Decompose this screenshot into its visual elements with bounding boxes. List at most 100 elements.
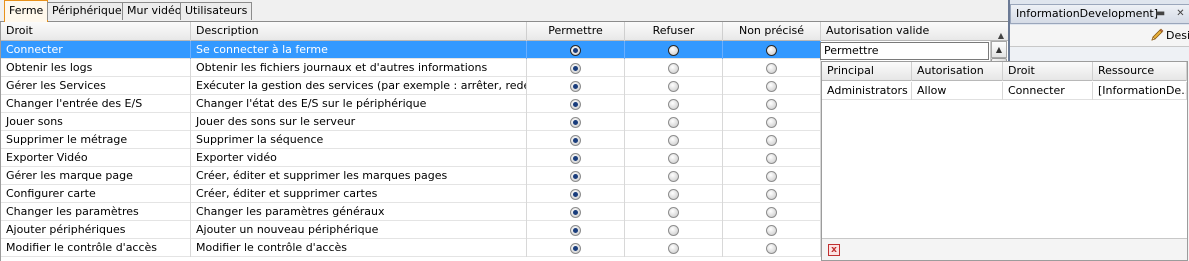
column-header-autorisation[interactable]: Autorisation bbox=[912, 62, 1003, 81]
details-droit: Connecter bbox=[1003, 82, 1093, 100]
table-row[interactable]: Ajouter périphériques Ajouter un nouveau … bbox=[1, 221, 821, 239]
tab-ferme[interactable]: Ferme bbox=[4, 0, 49, 22]
radio-refuser[interactable] bbox=[668, 81, 679, 92]
column-header-droit-detail[interactable]: Droit bbox=[1003, 62, 1093, 81]
cell-droit: Obtenir les logs bbox=[1, 59, 191, 77]
tab-mur-video[interactable]: Mur vidéo bbox=[122, 2, 187, 20]
cell-droit: Configurer carte bbox=[1, 185, 191, 203]
radio-non-precise[interactable] bbox=[766, 135, 777, 146]
radio-refuser[interactable] bbox=[668, 207, 679, 218]
table-row[interactable]: Configurer carte Créer, éditer et supprim… bbox=[1, 185, 821, 203]
table-row[interactable]: Gérer les Services Exécuter la gestion de… bbox=[1, 77, 821, 95]
radio-refuser[interactable] bbox=[668, 225, 679, 236]
cell-droit: Gérer les Services bbox=[1, 77, 191, 95]
cell-description: Créer, éditer et supprimer cartes bbox=[191, 185, 527, 203]
column-header-principal[interactable]: Principal bbox=[822, 62, 912, 81]
pencil-icon bbox=[1151, 28, 1164, 41]
radio-non-precise[interactable] bbox=[766, 45, 777, 56]
column-header-droit[interactable]: Droit bbox=[1, 22, 191, 41]
details-ressource: [InformationDe... bbox=[1093, 82, 1187, 100]
radio-permettre[interactable] bbox=[570, 45, 581, 56]
radio-permettre[interactable] bbox=[570, 135, 581, 146]
cell-droit: Gérer les marque page bbox=[1, 167, 191, 185]
details-footer: x bbox=[822, 238, 1187, 260]
radio-permettre[interactable] bbox=[570, 171, 581, 182]
cell-description: Supprimer la séquence bbox=[191, 131, 527, 149]
radio-non-precise[interactable] bbox=[766, 81, 777, 92]
cell-droit: Changer l'entrée des E/S bbox=[1, 95, 191, 113]
tab-peripheriques[interactable]: Périphériques bbox=[47, 2, 133, 20]
cell-droit: Ajouter périphériques bbox=[1, 221, 191, 239]
table-row[interactable]: Changer les paramètres Changer les paramè… bbox=[1, 203, 821, 221]
cell-description: Modifier le contrôle d'accès bbox=[191, 239, 527, 257]
cell-description: Exécuter la gestion des services (par ex… bbox=[191, 77, 527, 95]
cell-description: Ajouter un nouveau périphérique bbox=[191, 221, 527, 239]
dock-close-icon[interactable]: ✕ bbox=[1174, 7, 1187, 20]
details-principal: Administrators bbox=[822, 82, 912, 100]
cell-droit: Jouer sons bbox=[1, 113, 191, 131]
radio-non-precise[interactable] bbox=[766, 63, 777, 74]
table-row[interactable]: Exporter Vidéo Exporter vidéo bbox=[1, 149, 821, 167]
column-header-autorisation-valide[interactable]: Autorisation valide ▲ bbox=[821, 22, 1008, 41]
radio-non-precise[interactable] bbox=[766, 225, 777, 236]
dock-minimize-icon[interactable]: ▬ bbox=[1154, 7, 1167, 20]
radio-refuser[interactable] bbox=[668, 189, 679, 200]
details-row[interactable]: Administrators Allow Connecter [Informat… bbox=[822, 82, 1187, 100]
radio-non-precise[interactable] bbox=[766, 117, 777, 128]
table-row[interactable]: Supprimer le métrage Supprimer la séquenc… bbox=[1, 131, 821, 149]
column-header-permettre[interactable]: Permettre bbox=[527, 22, 625, 41]
radio-refuser[interactable] bbox=[668, 135, 679, 146]
table-row[interactable]: Jouer sons Jouer des sons sur le serveur bbox=[1, 113, 821, 131]
radio-non-precise[interactable] bbox=[766, 171, 777, 182]
radio-refuser[interactable] bbox=[668, 171, 679, 182]
radio-permettre[interactable] bbox=[570, 153, 581, 164]
table-row[interactable]: Modifier le contrôle d'accès Modifier le … bbox=[1, 239, 821, 257]
scroll-up-icon[interactable]: ▲ bbox=[991, 41, 1007, 58]
cell-droit: Changer les paramètres bbox=[1, 203, 191, 221]
table-row[interactable]: Gérer les marque page Créer, éditer et su… bbox=[1, 167, 821, 185]
dock-content bbox=[1010, 47, 1189, 61]
radio-refuser[interactable] bbox=[668, 45, 679, 56]
cell-description: Se connecter à la ferme bbox=[191, 41, 527, 59]
radio-non-precise[interactable] bbox=[766, 207, 777, 218]
radio-permettre[interactable] bbox=[570, 189, 581, 200]
cell-description: Changer l'état des E/S sur le périphériq… bbox=[191, 95, 527, 113]
design-button[interactable]: Desi bbox=[1150, 27, 1189, 45]
radio-refuser[interactable] bbox=[668, 63, 679, 74]
tab-utilisateurs[interactable]: Utilisateurs bbox=[180, 2, 253, 20]
column-header-refuser[interactable]: Refuser bbox=[625, 22, 723, 41]
column-header-ressource[interactable]: Ressource bbox=[1093, 62, 1187, 81]
right-dock-panel: InformationDevelopment] ▬ ✕ Desi bbox=[1008, 0, 1189, 61]
radio-refuser[interactable] bbox=[668, 243, 679, 254]
details-autorisation: Allow bbox=[912, 82, 1003, 100]
column-header-non-precise[interactable]: Non précisé bbox=[723, 22, 821, 41]
cell-droit: Supprimer le métrage bbox=[1, 131, 191, 149]
table-row[interactable]: Connecter Se connecter à la ferme bbox=[1, 41, 821, 59]
radio-non-precise[interactable] bbox=[766, 243, 777, 254]
radio-non-precise[interactable] bbox=[766, 99, 777, 110]
radio-non-precise[interactable] bbox=[766, 153, 777, 164]
table-row[interactable]: Obtenir les logs Obtenir les fichiers jou… bbox=[1, 59, 821, 77]
radio-refuser[interactable] bbox=[668, 99, 679, 110]
radio-refuser[interactable] bbox=[668, 117, 679, 128]
permission-details-panel: Principal Autorisation Droit Ressource A… bbox=[821, 61, 1188, 261]
autorisation-valide-field[interactable]: Permettre bbox=[820, 42, 989, 60]
radio-permettre[interactable] bbox=[570, 207, 581, 218]
table-row[interactable]: Changer l'entrée des E/S Changer l'état d… bbox=[1, 95, 821, 113]
radio-permettre[interactable] bbox=[570, 81, 581, 92]
grid-header: Droit Description Permettre Refuser Non … bbox=[1, 22, 1008, 41]
radio-permettre[interactable] bbox=[570, 117, 581, 128]
close-icon[interactable]: x bbox=[828, 244, 840, 256]
radio-refuser[interactable] bbox=[668, 153, 679, 164]
cell-droit: Exporter Vidéo bbox=[1, 149, 191, 167]
cell-description: Jouer des sons sur le serveur bbox=[191, 113, 527, 131]
radio-non-precise[interactable] bbox=[766, 189, 777, 200]
radio-permettre[interactable] bbox=[570, 243, 581, 254]
cell-droit: Connecter bbox=[1, 41, 191, 59]
radio-permettre[interactable] bbox=[570, 63, 581, 74]
column-header-description[interactable]: Description bbox=[191, 22, 527, 41]
sort-up-icon: ▲ bbox=[997, 31, 1004, 40]
details-header: Principal Autorisation Droit Ressource bbox=[822, 62, 1187, 81]
radio-permettre[interactable] bbox=[570, 99, 581, 110]
radio-permettre[interactable] bbox=[570, 225, 581, 236]
